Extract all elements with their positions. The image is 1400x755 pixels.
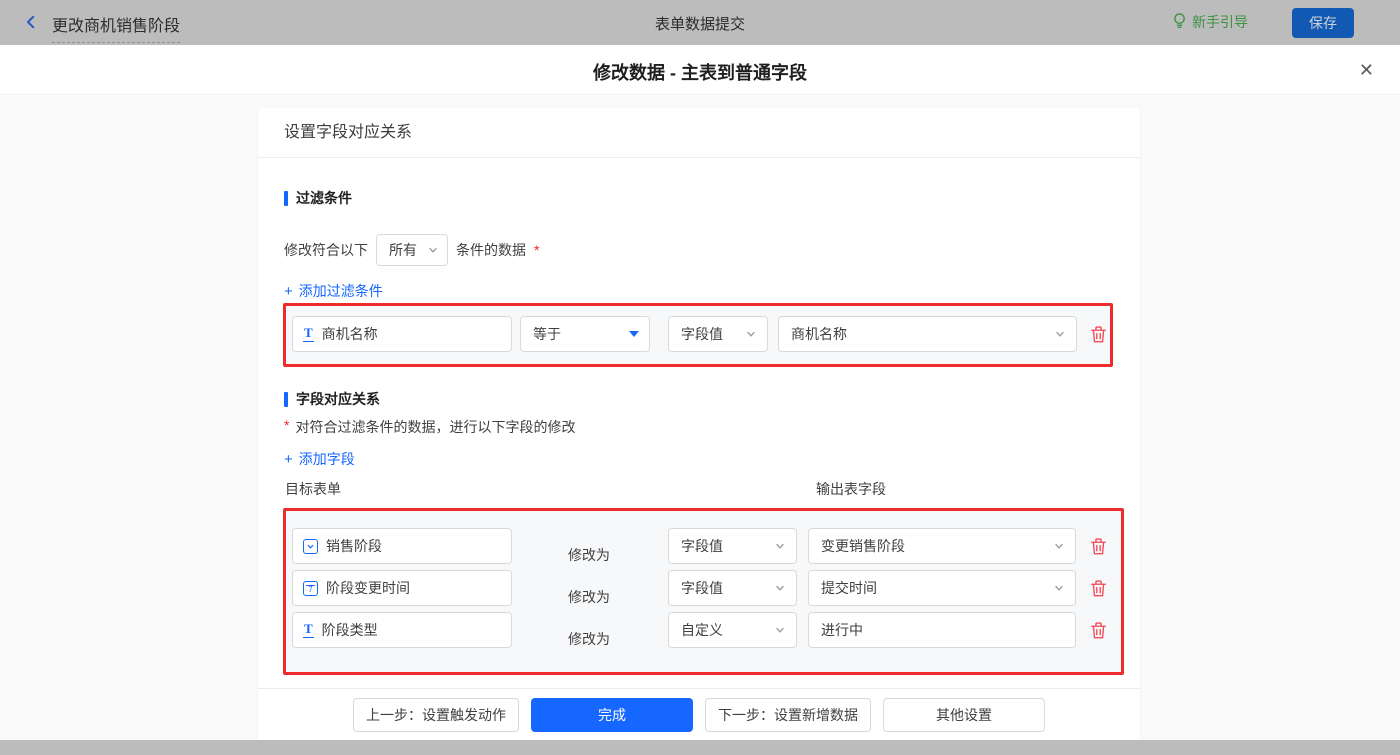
other-settings-button[interactable]: 其他设置 — [883, 698, 1045, 732]
value-type-value: 字段值 — [681, 536, 723, 556]
target-form-column-header: 目标表单 — [285, 479, 341, 499]
condition-suffix: 条件的数据 — [456, 240, 526, 260]
plus-icon: + — [284, 283, 293, 300]
dialog-title: 修改数据 - 主表到普通字段 — [0, 59, 1400, 85]
chevron-down-icon — [774, 582, 786, 594]
mapping-field-value: 销售阶段 — [326, 536, 382, 556]
value-type-value: 自定义 — [681, 620, 723, 640]
delete-mapping-icon[interactable] — [1090, 621, 1107, 643]
value-type-value: 字段值 — [681, 578, 723, 598]
select-field-icon — [303, 539, 318, 554]
dialog-body: 设置字段对应关系 过滤条件 修改符合以下 所有 条件的数据 * + 添加过滤条件 — [0, 95, 1400, 740]
required-mark: * — [534, 242, 539, 258]
done-button[interactable]: 完成 — [531, 698, 693, 732]
next-step-button[interactable]: 下一步：设置新增数据 — [705, 698, 871, 732]
add-field-label: 添加字段 — [299, 449, 355, 469]
match-scope-select[interactable]: 所有 — [376, 234, 448, 266]
filter-field-input[interactable]: T 商机名称 — [292, 316, 512, 352]
operator-value: 等于 — [533, 324, 561, 344]
section-accent-bar — [284, 392, 288, 407]
section-accent-bar — [284, 191, 288, 206]
filter-value-select[interactable]: 商机名称 — [778, 316, 1077, 352]
text-field-icon: T — [303, 622, 314, 638]
filter-section-label: 过滤条件 — [296, 188, 352, 208]
field-mapping-panel: 设置字段对应关系 过滤条件 修改符合以下 所有 条件的数据 * + 添加过滤条件 — [258, 108, 1140, 740]
text-field-icon: T — [303, 326, 314, 342]
mapping-section-title: 字段对应关系 — [284, 389, 380, 409]
chevron-down-icon — [1053, 582, 1065, 594]
overlay-bottom-strip — [0, 740, 1400, 755]
panel-title: 设置字段对应关系 — [258, 108, 1140, 158]
beginner-guide-label: 新手引导 — [1192, 12, 1248, 32]
dialog-footer: 上一步：设置触发动作 完成 下一步：设置新增数据 其他设置 — [258, 688, 1140, 740]
output-field-column-header: 输出表字段 — [816, 479, 886, 499]
mapping-field-input[interactable]: T 阶段类型 — [292, 612, 512, 648]
filter-row-highlight: T 商机名称 等于 字段值 商机名称 — [283, 303, 1113, 367]
plus-icon: + — [284, 451, 293, 468]
custom-value-input[interactable]: 进行中 — [808, 612, 1076, 648]
filter-value-type-value: 字段值 — [681, 324, 723, 344]
match-scope-value: 所有 — [389, 240, 417, 260]
custom-value-text: 进行中 — [821, 620, 863, 640]
chevron-down-icon — [774, 624, 786, 636]
date-field-icon: 7 — [303, 581, 318, 596]
chevron-down-icon — [1053, 540, 1065, 552]
screen: 更改商机销售阶段 表单数据提交 新手引导 保存 修改数据 - 主表到普通字段 ✕… — [0, 0, 1400, 755]
mapping-section-label: 字段对应关系 — [296, 389, 380, 409]
chevron-down-icon — [745, 328, 757, 340]
dialog-header: 修改数据 - 主表到普通字段 ✕ — [0, 45, 1400, 95]
save-button[interactable]: 保存 — [1292, 8, 1354, 38]
lightbulb-icon — [1172, 12, 1187, 32]
mapping-field-input[interactable]: 销售阶段 — [292, 528, 512, 564]
mapping-rows-highlight: 销售阶段 修改为 字段值 变更销售阶段 7 — [283, 508, 1124, 675]
add-field-link[interactable]: + 添加字段 — [284, 449, 355, 469]
mapping-value-value: 变更销售阶段 — [821, 536, 905, 556]
mapping-field-value: 阶段类型 — [322, 620, 378, 640]
mapping-description-text: 对符合过滤条件的数据，进行以下字段的修改 — [295, 417, 575, 437]
caret-down-icon — [629, 331, 639, 337]
mapping-description: * 对符合过滤条件的数据，进行以下字段的修改 — [284, 417, 575, 437]
mapping-value-value: 提交时间 — [821, 578, 877, 598]
delete-mapping-icon[interactable] — [1090, 579, 1107, 601]
required-mark: * — [284, 417, 289, 437]
filter-condition-sentence: 修改符合以下 所有 条件的数据 * — [284, 234, 539, 266]
mapping-value-select[interactable]: 提交时间 — [808, 570, 1076, 606]
mapping-field-input[interactable]: 7 阶段变更时间 — [292, 570, 512, 606]
chevron-down-icon — [427, 244, 439, 256]
modify-to-label: 修改为 — [568, 537, 628, 573]
mapping-value-select[interactable]: 变更销售阶段 — [808, 528, 1076, 564]
filter-value-type-select[interactable]: 字段值 — [668, 316, 768, 352]
modify-to-label: 修改为 — [568, 621, 628, 657]
delete-filter-icon[interactable] — [1090, 325, 1107, 347]
mapping-field-value: 阶段变更时间 — [326, 578, 410, 598]
top-bar: 更改商机销售阶段 表单数据提交 新手引导 保存 — [0, 0, 1400, 45]
add-filter-condition-label: 添加过滤条件 — [299, 281, 383, 301]
filter-field-value: 商机名称 — [322, 324, 378, 344]
close-icon[interactable]: ✕ — [1359, 58, 1374, 82]
delete-mapping-icon[interactable] — [1090, 537, 1107, 559]
mapping-value-type-select[interactable]: 自定义 — [668, 612, 797, 648]
beginner-guide-link[interactable]: 新手引导 — [1172, 12, 1248, 32]
add-filter-condition-link[interactable]: + 添加过滤条件 — [284, 281, 383, 301]
filter-value-value: 商机名称 — [791, 324, 847, 344]
chevron-down-icon — [1054, 328, 1066, 340]
mapping-value-type-select[interactable]: 字段值 — [668, 528, 797, 564]
previous-step-button[interactable]: 上一步：设置触发动作 — [353, 698, 519, 732]
filter-section-title: 过滤条件 — [284, 188, 352, 208]
modify-to-label: 修改为 — [568, 579, 628, 615]
operator-select[interactable]: 等于 — [520, 316, 650, 352]
condition-prefix: 修改符合以下 — [284, 240, 368, 260]
chevron-down-icon — [774, 540, 786, 552]
mapping-value-type-select[interactable]: 字段值 — [668, 570, 797, 606]
